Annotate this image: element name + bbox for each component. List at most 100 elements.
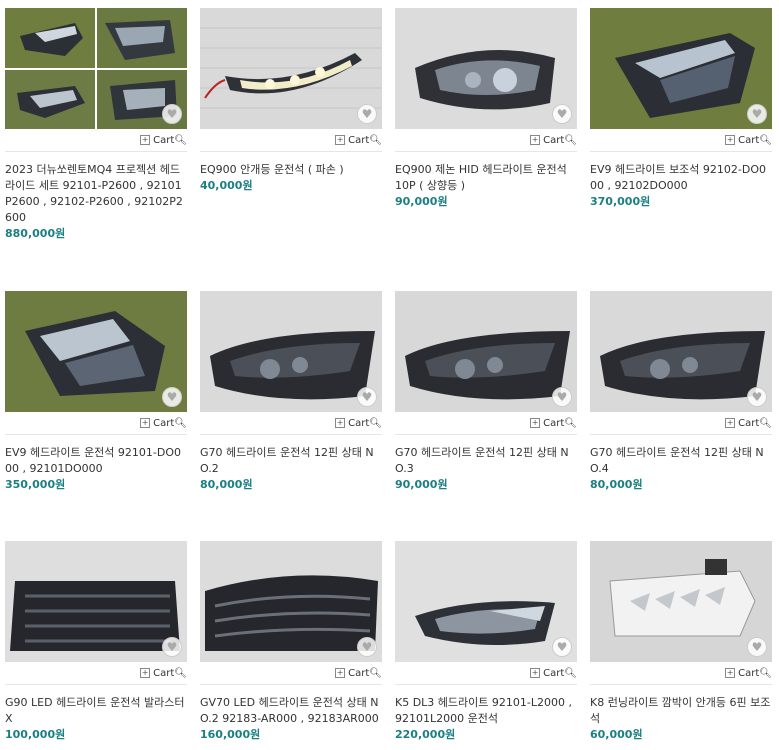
plus-icon: +: [725, 418, 736, 428]
product-price: 80,000원: [200, 478, 253, 491]
cart-label: Cart: [738, 667, 760, 679]
search-icon: 🔍︎: [564, 134, 577, 146]
cart-label: Cart: [543, 417, 565, 429]
product-price: 90,000원: [395, 478, 448, 491]
product-price: 90,000원: [395, 195, 448, 208]
product-image[interactable]: ♥: [200, 541, 382, 662]
search-icon: 🔍︎: [759, 667, 772, 679]
add-to-cart-button[interactable]: + Cart 🔍︎: [590, 129, 772, 152]
product-card[interactable]: ♥ + Cart 🔍︎ G90 LED 헤드라이트 운전석 발라스터 X 100,…: [5, 541, 187, 743]
plus-icon: +: [335, 668, 346, 678]
plus-icon: +: [140, 135, 151, 145]
product-price: 880,000원: [5, 227, 66, 240]
plus-icon: +: [335, 418, 346, 428]
product-image[interactable]: ♥: [5, 291, 187, 412]
add-to-cart-button[interactable]: + Cart 🔍︎: [200, 662, 382, 685]
product-image[interactable]: ♥: [395, 8, 577, 129]
plus-icon: +: [530, 418, 541, 428]
heart-icon[interactable]: ♥: [357, 104, 377, 124]
search-icon: 🔍︎: [759, 134, 772, 146]
heart-icon[interactable]: ♥: [357, 637, 377, 657]
product-title[interactable]: EQ900 제논 HID 헤드라이트 운전석 10P ( 상향등 ): [395, 162, 577, 194]
plus-icon: +: [530, 668, 541, 678]
cart-label: Cart: [543, 134, 565, 146]
product-image[interactable]: ♥: [200, 291, 382, 412]
cart-label: Cart: [153, 134, 175, 146]
plus-icon: +: [725, 668, 736, 678]
search-icon: 🔍︎: [174, 134, 187, 146]
search-icon: 🔍︎: [564, 667, 577, 679]
cart-label: Cart: [153, 667, 175, 679]
heart-icon[interactable]: ♥: [162, 387, 182, 407]
product-title[interactable]: EV9 헤드라이트 보조석 92102-DO000 , 92102DO000: [590, 162, 772, 194]
product-card[interactable]: ♥ + Cart 🔍︎ G70 헤드라이트 운전석 12핀 상태 NO.2 80,…: [200, 291, 382, 493]
heart-icon[interactable]: ♥: [552, 104, 572, 124]
product-card[interactable]: ♥ + Cart 🔍︎ K5 DL3 헤드라이트 92101-L2000 , 92…: [395, 541, 577, 743]
product-title[interactable]: K5 DL3 헤드라이트 92101-L2000 , 92101L2000 운전…: [395, 695, 577, 727]
product-image[interactable]: ♥: [200, 8, 382, 129]
cart-label: Cart: [738, 134, 760, 146]
product-title[interactable]: 2023 더뉴쏘렌토MQ4 프로젝션 헤드라이드 세트 92101-P2600 …: [5, 162, 187, 226]
product-card[interactable]: ♥ + Cart 🔍︎ K8 런닝라이트 깜박이 안개등 6핀 보조석 60,00…: [590, 541, 772, 743]
add-to-cart-button[interactable]: + Cart 🔍︎: [5, 129, 187, 152]
cart-label: Cart: [153, 417, 175, 429]
add-to-cart-button[interactable]: + Cart 🔍︎: [5, 412, 187, 435]
heart-icon[interactable]: ♥: [747, 387, 767, 407]
heart-icon[interactable]: ♥: [162, 637, 182, 657]
product-image[interactable]: ♥: [590, 8, 772, 129]
add-to-cart-button[interactable]: + Cart 🔍︎: [395, 129, 577, 152]
product-image[interactable]: ♥: [395, 291, 577, 412]
product-card[interactable]: ♥ + Cart 🔍︎ G70 헤드라이트 운전석 12핀 상태 NO.3 90,…: [395, 291, 577, 493]
add-to-cart-button[interactable]: + Cart 🔍︎: [395, 412, 577, 435]
product-image[interactable]: ♥: [590, 541, 772, 662]
product-title[interactable]: EQ900 안개등 운전석 ( 파손 ): [200, 162, 382, 178]
product-title[interactable]: G70 헤드라이트 운전석 12핀 상태 NO.4: [590, 445, 772, 477]
product-title[interactable]: G70 헤드라이트 운전석 12핀 상태 NO.3: [395, 445, 577, 477]
heart-icon[interactable]: ♥: [747, 104, 767, 124]
product-card[interactable]: ♥ + Cart 🔍︎ EV9 헤드라이트 운전석 92101-DO000 , 9…: [5, 291, 187, 493]
plus-icon: +: [140, 418, 151, 428]
product-price: 60,000원: [590, 728, 643, 741]
product-price: 40,000원: [200, 179, 253, 192]
cart-label: Cart: [348, 417, 370, 429]
product-title[interactable]: EV9 헤드라이트 운전석 92101-DO000 , 92101DO000: [5, 445, 187, 477]
product-card[interactable]: ♥ + Cart 🔍︎ 2023 더뉴쏘렌토MQ4 프로젝션 헤드라이드 세트 9…: [5, 8, 187, 242]
product-image[interactable]: ♥: [590, 291, 772, 412]
product-price: 160,000원: [200, 728, 261, 741]
add-to-cart-button[interactable]: + Cart 🔍︎: [200, 129, 382, 152]
product-card[interactable]: ♥ + Cart 🔍︎ EQ900 제논 HID 헤드라이트 운전석 10P ( …: [395, 8, 577, 210]
cart-label: Cart: [543, 667, 565, 679]
product-price: 80,000원: [590, 478, 643, 491]
plus-icon: +: [335, 135, 346, 145]
add-to-cart-button[interactable]: + Cart 🔍︎: [590, 412, 772, 435]
heart-icon[interactable]: ♥: [357, 387, 377, 407]
product-title[interactable]: GV70 LED 헤드라이트 운전석 상태 NO.2 92183-AR000 ,…: [200, 695, 382, 727]
add-to-cart-button[interactable]: + Cart 🔍︎: [5, 662, 187, 685]
product-card[interactable]: ♥ + Cart 🔍︎ EV9 헤드라이트 보조석 92102-DO000 , 9…: [590, 8, 772, 210]
product-price: 370,000원: [590, 195, 651, 208]
add-to-cart-button[interactable]: + Cart 🔍︎: [590, 662, 772, 685]
product-title[interactable]: K8 런닝라이트 깜박이 안개등 6핀 보조석: [590, 695, 772, 727]
heart-icon[interactable]: ♥: [162, 104, 182, 124]
product-card[interactable]: ♥ + Cart 🔍︎ G70 헤드라이트 운전석 12핀 상태 NO.4 80,…: [590, 291, 772, 493]
product-card[interactable]: ♥ + Cart 🔍︎ EQ900 안개등 운전석 ( 파손 ) 40,000원: [200, 8, 382, 194]
product-price: 350,000원: [5, 478, 66, 491]
add-to-cart-button[interactable]: + Cart 🔍︎: [395, 662, 577, 685]
product-title[interactable]: G70 헤드라이트 운전석 12핀 상태 NO.2: [200, 445, 382, 477]
search-icon: 🔍︎: [174, 417, 187, 429]
product-image[interactable]: ♥: [5, 8, 187, 129]
heart-icon[interactable]: ♥: [552, 637, 572, 657]
heart-icon[interactable]: ♥: [552, 387, 572, 407]
add-to-cart-button[interactable]: + Cart 🔍︎: [200, 412, 382, 435]
product-image[interactable]: ♥: [5, 541, 187, 662]
search-icon: 🔍︎: [759, 417, 772, 429]
cart-label: Cart: [348, 134, 370, 146]
product-card[interactable]: ♥ + Cart 🔍︎ GV70 LED 헤드라이트 운전석 상태 NO.2 92…: [200, 541, 382, 743]
search-icon: 🔍︎: [174, 667, 187, 679]
search-icon: 🔍︎: [564, 417, 577, 429]
cart-label: Cart: [738, 417, 760, 429]
product-title[interactable]: G90 LED 헤드라이트 운전석 발라스터 X: [5, 695, 187, 727]
heart-icon[interactable]: ♥: [747, 637, 767, 657]
plus-icon: +: [140, 668, 151, 678]
product-image[interactable]: ♥: [395, 541, 577, 662]
